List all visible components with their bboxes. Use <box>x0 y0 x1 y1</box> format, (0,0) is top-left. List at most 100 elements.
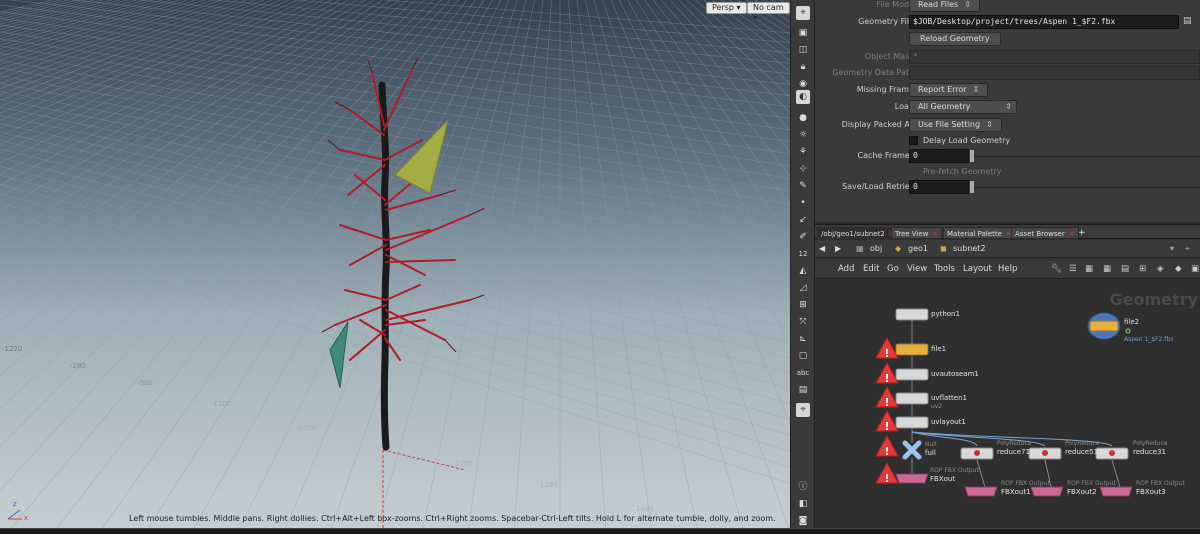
point-icon[interactable]: • <box>796 196 810 210</box>
shade-icon[interactable]: ◉ <box>796 77 810 91</box>
node-label-uvlayout1[interactable]: uvlayout1 <box>931 418 966 426</box>
menu-edit[interactable]: Edit <box>863 264 879 274</box>
color-icon[interactable]: ◧ <box>796 497 810 511</box>
add-tab-button[interactable]: + <box>1075 227 1089 239</box>
path-subnet2[interactable]: subnet2 <box>953 244 986 253</box>
cache-frames-slider[interactable] <box>970 150 974 162</box>
scene-viewport[interactable]: Persp ▾ No cam ▾ -1220 -280 -960 -1100 -… <box>0 0 790 528</box>
snap-grid-icon[interactable]: ⊞ <box>1139 264 1146 274</box>
pin-icon[interactable]: ⌖ <box>796 6 810 20</box>
node-label-uvflatten1[interactable]: uvflatten1 <box>931 394 967 402</box>
shape-palette-icon[interactable]: ◆ <box>1175 264 1182 274</box>
network-editor: /obj/geo1/subnet2✕ Tree View✕ Material P… <box>815 224 1200 529</box>
image-icon[interactable]: ▣ <box>1191 264 1199 274</box>
snap-icon[interactable]: ⊹ <box>796 162 810 176</box>
lock-icon[interactable]: 🔒︎ <box>796 60 810 74</box>
menu-view[interactable]: View <box>907 264 927 274</box>
save-load-slider[interactable] <box>970 181 974 193</box>
load-menu[interactable]: All Geometry ⇕ <box>909 100 1017 114</box>
counter-icon[interactable]: 12 <box>796 247 810 261</box>
tab-tree-view[interactable]: Tree View ✕ <box>891 227 943 239</box>
grid-icon[interactable]: ⊞ <box>796 298 810 312</box>
dropdown-icon[interactable]: ▾ <box>1170 244 1174 253</box>
menu-help[interactable]: Help <box>998 264 1017 274</box>
color-palette-icon[interactable]: ◈ <box>1157 264 1164 274</box>
scene-canvas[interactable] <box>0 0 790 528</box>
path-geo1[interactable]: geo1 <box>908 244 928 253</box>
reload-geometry-button[interactable]: Reload Geometry <box>909 32 1001 46</box>
slider-track[interactable] <box>972 156 1200 157</box>
timeline-bar[interactable] <box>0 528 1200 534</box>
null-node[interactable] <box>902 440 922 460</box>
node-label-python1[interactable]: python1 <box>931 310 960 318</box>
sphere-icon[interactable]: ● <box>796 111 810 125</box>
grid-line <box>0 0 206 70</box>
image-icon[interactable]: ▤ <box>796 383 810 397</box>
node-label-reduce31[interactable]: reduce31 <box>1133 448 1166 456</box>
text-icon[interactable]: abc <box>796 366 810 380</box>
checkbox-label: Pre-fetch Geometry <box>923 167 1002 176</box>
file-chooser-icon[interactable]: ▤ <box>1183 16 1192 26</box>
menu-add[interactable]: Add <box>838 264 854 274</box>
tab-material-palette[interactable]: Material Palette ✕ <box>943 227 1016 239</box>
node-label-uvautoseam1[interactable]: uvautoseam1 <box>931 370 979 378</box>
tab-subnet2[interactable]: /obj/geo1/subnet2✕ <box>817 227 899 239</box>
slider-track[interactable] <box>972 187 1200 188</box>
node-label-reduce51[interactable]: reduce51 <box>1065 448 1098 456</box>
back-icon[interactable]: ◀ <box>819 244 825 253</box>
select-icon[interactable]: ◐ <box>796 90 810 104</box>
bucket-icon[interactable]: ◭ <box>796 264 810 278</box>
light-icon[interactable]: ☼ <box>796 128 810 142</box>
close-icon[interactable]: ✕ <box>1069 230 1075 238</box>
node-label-file1[interactable]: file1 <box>931 345 946 353</box>
node-label-fbxout2[interactable]: FBXout2 <box>1067 488 1097 496</box>
node-label-reduce71[interactable]: reduce71 <box>997 448 1030 456</box>
perspective-menu[interactable]: Persp ▾ <box>706 2 747 14</box>
node-graph[interactable]: Geometry ! ! ! ! ! ! python1 file1 uvaut… <box>815 280 1200 529</box>
node-label-fbxout3[interactable]: FBXout3 <box>1136 488 1166 496</box>
menu-layout[interactable]: Layout <box>963 264 992 274</box>
scene-view-icon[interactable]: ▣ <box>796 26 810 40</box>
pen-icon[interactable]: ✐ <box>796 230 810 244</box>
tab-asset-browser[interactable]: Asset Browser ✕ <box>1011 227 1079 239</box>
network-icon[interactable]: ⚘ <box>796 145 810 159</box>
missing-frame-menu[interactable]: Report Error ⇕ <box>909 83 989 97</box>
pin-icon[interactable]: ⌖ <box>1185 244 1190 254</box>
ruler-icon[interactable]: ◿ <box>796 281 810 295</box>
node-label-fbxout[interactable]: FBXout <box>930 475 955 483</box>
info-icon[interactable]: ⓘ <box>796 480 810 494</box>
grid-view-icon[interactable]: ▦ <box>1103 264 1111 274</box>
transform-icon[interactable]: ⤧ <box>796 315 810 329</box>
display-packed-menu[interactable]: Use File Setting ⇕ <box>909 118 1002 132</box>
camera-menu[interactable]: No cam ▾ <box>747 2 790 22</box>
nodes-icon[interactable]: ▦ <box>1085 264 1093 274</box>
prefetch-checkbox[interactable] <box>909 167 918 176</box>
object-mask-field[interactable]: * <box>909 50 1200 64</box>
node-label-full[interactable]: full <box>925 449 936 457</box>
node-label-fbxout1[interactable]: FBXout1 <box>1001 488 1031 496</box>
param-prefetch: Pre-fetch Geometry <box>815 164 1200 180</box>
paint-icon[interactable]: ✎ <box>796 179 810 193</box>
close-icon[interactable]: ✕ <box>932 230 938 238</box>
toggle-icon[interactable]: ▢ <box>796 349 810 363</box>
geometry-file-field[interactable]: $JOB/Desktop/project/trees/Aspen 1_$F2.f… <box>909 15 1179 29</box>
wire-icon[interactable]: ◫ <box>796 43 810 57</box>
menu-tools[interactable]: Tools <box>934 264 955 274</box>
list-icon[interactable]: ☰ <box>1069 264 1077 274</box>
display-icon[interactable]: ◙ <box>796 514 810 528</box>
grid-line <box>0 0 138 39</box>
node-label-file2[interactable]: file2 <box>1124 318 1139 326</box>
menu-go[interactable]: Go <box>887 264 899 274</box>
tangent-icon[interactable]: ↙ <box>796 213 810 227</box>
measure-icon[interactable]: ⊾ <box>796 332 810 346</box>
wrench-icon[interactable]: 🔧︎ <box>1051 264 1062 274</box>
path-obj[interactable]: obj <box>870 244 882 253</box>
pin2-icon[interactable]: ⌖ <box>796 403 810 417</box>
layout-icon[interactable]: ▤ <box>1121 264 1129 274</box>
file-mode-menu[interactable]: Read Files ⇕ <box>909 0 980 12</box>
forward-icon[interactable]: ▶ <box>835 244 841 253</box>
cache-frames-field[interactable]: 0 <box>909 149 969 163</box>
delay-load-checkbox[interactable] <box>909 136 918 145</box>
save-load-field[interactable]: 0 <box>909 180 969 194</box>
data-path-field[interactable] <box>909 66 1200 80</box>
